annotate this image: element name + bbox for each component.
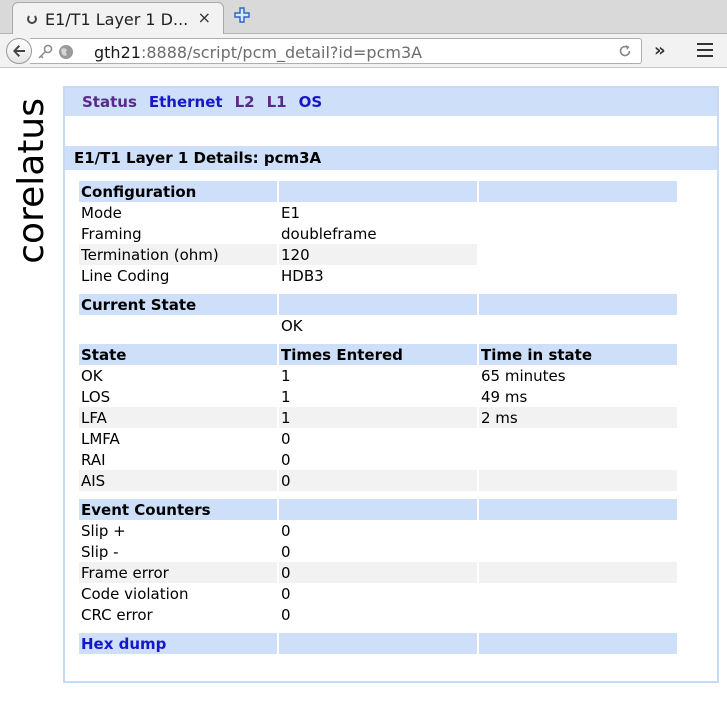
section-header-states: State Times Entered Time in state xyxy=(79,344,677,365)
counter-label: Frame error xyxy=(79,562,277,583)
back-button[interactable] xyxy=(6,38,32,64)
tab-title: E1/T1 Layer 1 D... xyxy=(45,9,189,29)
hamburger-menu-icon[interactable] xyxy=(697,43,713,57)
section-title: Configuration xyxy=(79,181,277,202)
config-row: Termination (ohm) 120 xyxy=(79,244,677,265)
config-value: 120 xyxy=(279,244,477,265)
section-header-current-state: Current State xyxy=(79,294,677,315)
counter-value: 0 xyxy=(281,542,291,561)
layer1-details-table: Configuration Mode E1 Framing doublefram… xyxy=(77,181,679,654)
state-time: 65 minutes xyxy=(481,366,566,385)
toolbar-overflow-button[interactable]: » xyxy=(654,42,666,60)
nav-link-os[interactable]: OS xyxy=(299,93,323,111)
brand-text: corelatus xyxy=(11,98,52,264)
key-icon[interactable] xyxy=(36,44,54,60)
state-row: OK 1 65 minutes xyxy=(79,365,677,386)
section-title: Event Counters xyxy=(79,499,277,520)
browser-tab[interactable]: E1/T1 Layer 1 D... × xyxy=(12,2,224,35)
config-value: HDB3 xyxy=(281,266,324,285)
current-state-value: OK xyxy=(281,316,303,335)
loading-spinner-icon xyxy=(27,14,37,24)
state-name: OK xyxy=(81,366,103,385)
nav-link-l1[interactable]: L1 xyxy=(267,93,287,111)
counter-label: Slip - xyxy=(81,542,119,561)
column-header-time-in-state: Time in state xyxy=(479,344,677,365)
state-times-entered: 1 xyxy=(279,407,477,428)
state-row: LMFA 0 xyxy=(79,428,677,449)
section-header-hex-dump: Hex dump xyxy=(79,633,677,654)
counter-row: Code violation 0 xyxy=(79,583,677,604)
state-time xyxy=(479,428,677,449)
counter-row: CRC error 0 xyxy=(79,604,677,625)
state-time: 49 ms xyxy=(481,387,528,406)
state-time: 2 ms xyxy=(479,407,677,428)
state-times-entered: 0 xyxy=(279,470,477,491)
nav-link-status[interactable]: Status xyxy=(82,93,137,111)
counter-label: CRC error xyxy=(81,605,153,624)
config-label: Termination (ohm) xyxy=(79,244,277,265)
counter-row: Frame error 0 xyxy=(79,562,677,583)
section-header-configuration: Configuration xyxy=(79,181,677,202)
config-label: Line Coding xyxy=(81,266,170,285)
section-header-event-counters: Event Counters xyxy=(79,499,677,520)
state-name: RAI xyxy=(81,450,106,469)
state-row: AIS 0 xyxy=(79,470,677,491)
state-times-entered: 0 xyxy=(281,429,291,448)
nav-link-ethernet[interactable]: Ethernet xyxy=(149,93,223,111)
config-row: Framing doubleframe xyxy=(79,223,677,244)
url-bar[interactable]: gth21:8888/script/pcm_detail?id=pcm3A xyxy=(30,38,642,64)
config-value: E1 xyxy=(281,203,301,222)
state-name: LOS xyxy=(81,387,111,406)
column-header-state: State xyxy=(79,344,277,365)
page-title: E1/T1 Layer 1 Details: pcm3A xyxy=(65,146,717,170)
config-row: Line Coding HDB3 xyxy=(79,265,677,286)
counter-value: 0 xyxy=(281,584,291,603)
new-tab-icon[interactable] xyxy=(233,6,251,24)
tab-close-icon[interactable]: × xyxy=(198,10,211,26)
state-name: AIS xyxy=(79,470,277,491)
counter-value: 0 xyxy=(279,562,477,583)
back-arrow-icon xyxy=(13,45,25,57)
state-times-entered: 1 xyxy=(281,366,291,385)
state-name: LFA xyxy=(79,407,277,428)
counter-row: Slip - 0 xyxy=(79,541,677,562)
top-navigation: Status Ethernet L2 L1 OS xyxy=(65,88,717,116)
config-row: Mode E1 xyxy=(79,202,677,223)
state-row: RAI 0 xyxy=(79,449,677,470)
content-frame: Status Ethernet L2 L1 OS E1/T1 Layer 1 D… xyxy=(63,86,719,683)
column-header-times-entered: Times Entered xyxy=(279,344,477,365)
brand-logo: corelatus xyxy=(11,98,52,278)
current-state-row: OK xyxy=(79,315,677,336)
state-time xyxy=(479,449,677,470)
state-time xyxy=(479,470,677,491)
config-label: Framing xyxy=(81,224,142,243)
counter-label: Code violation xyxy=(81,584,189,603)
counter-row: Slip + 0 xyxy=(79,520,677,541)
url-text[interactable]: gth21:8888/script/pcm_detail?id=pcm3A xyxy=(94,43,422,62)
state-name: LMFA xyxy=(81,429,120,448)
nav-link-l2[interactable]: L2 xyxy=(235,93,255,111)
globe-icon[interactable] xyxy=(58,44,74,60)
config-label: Mode xyxy=(81,203,122,222)
state-row: LOS 1 49 ms xyxy=(79,386,677,407)
counter-value: 0 xyxy=(281,605,291,624)
section-title: Current State xyxy=(79,294,277,315)
reload-icon[interactable] xyxy=(617,43,633,59)
tab-strip: E1/T1 Layer 1 D... × xyxy=(0,0,727,35)
config-value: doubleframe xyxy=(281,224,377,243)
state-row: LFA 1 2 ms xyxy=(79,407,677,428)
counter-value: 0 xyxy=(281,521,291,540)
state-times-entered: 1 xyxy=(281,387,291,406)
navigation-toolbar: gth21:8888/script/pcm_detail?id=pcm3A » xyxy=(0,34,727,68)
hex-dump-link[interactable]: Hex dump xyxy=(81,635,166,653)
counter-label: Slip + xyxy=(81,521,126,540)
state-times-entered: 0 xyxy=(281,450,291,469)
